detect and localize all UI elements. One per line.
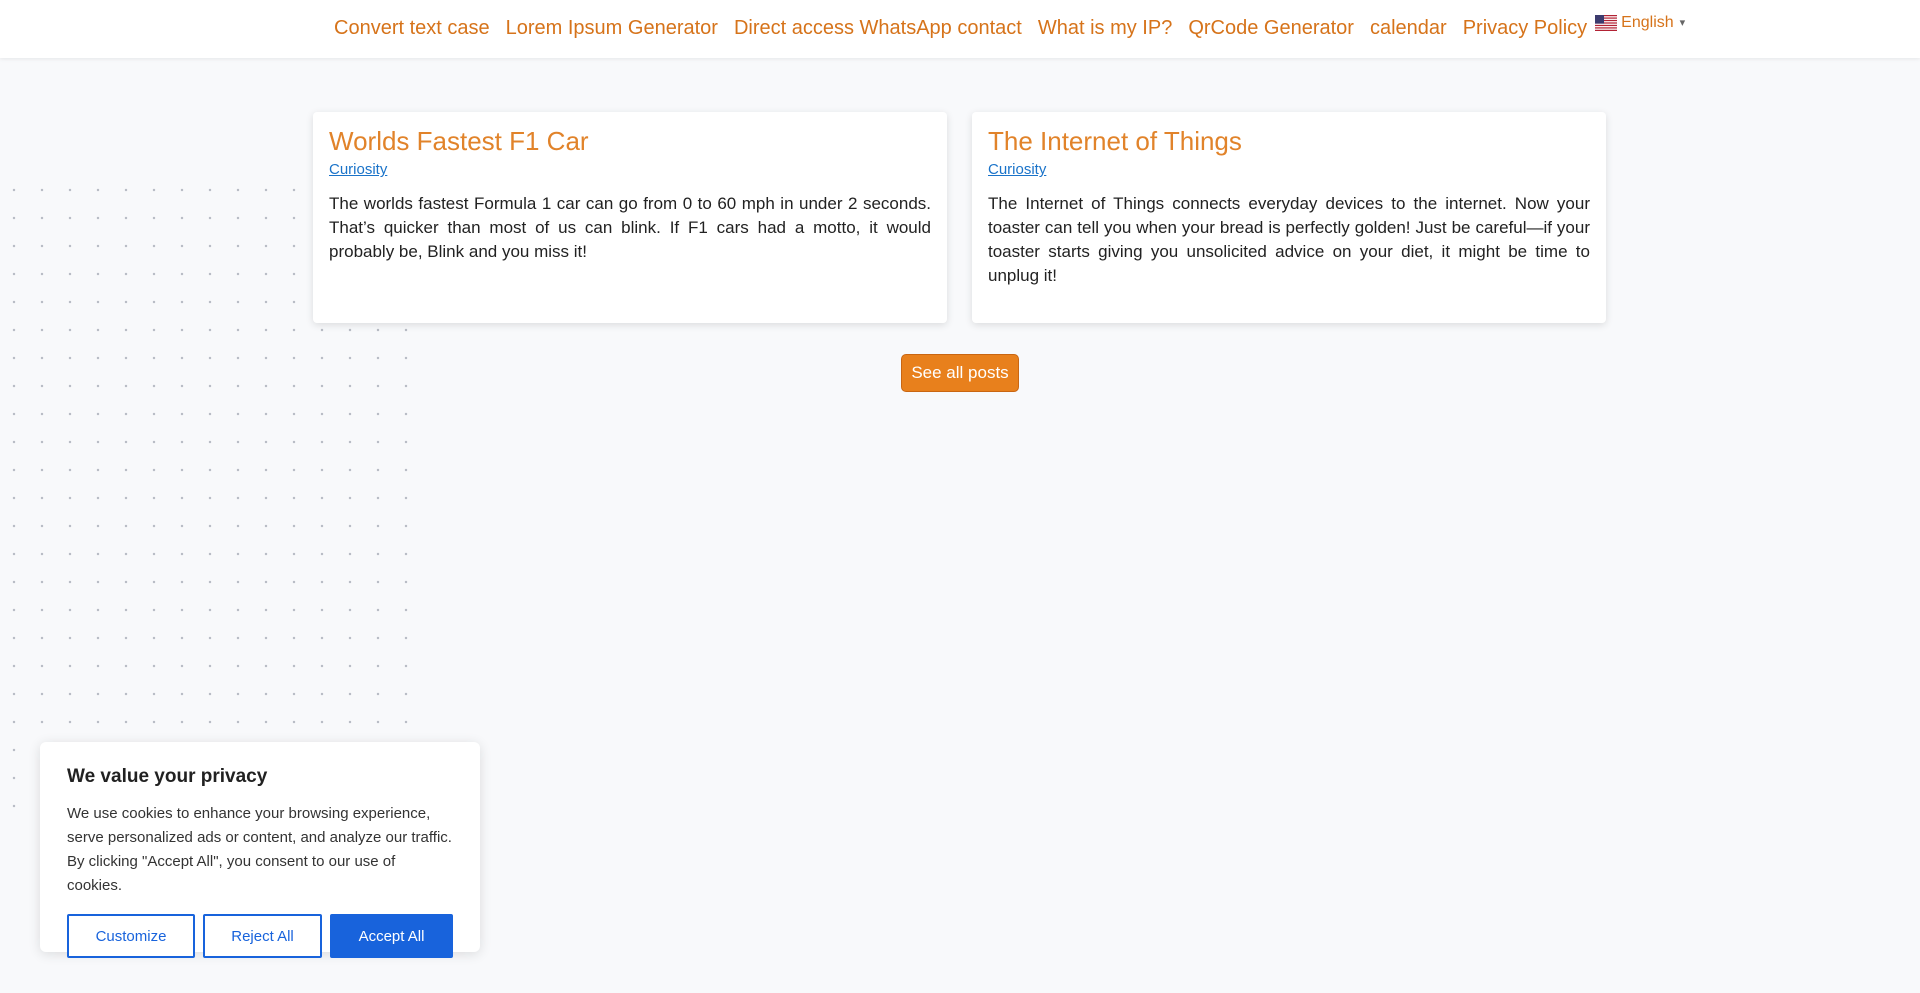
post-excerpt: The Internet of Things connects everyday… bbox=[988, 194, 1590, 286]
nav-link-convert-text-case[interactable]: Convert text case bbox=[334, 17, 490, 40]
cookie-consent-banner: We value your privacy We use cookies to … bbox=[40, 742, 480, 958]
nav-link-lorem-ipsum-generator[interactable]: Lorem Ipsum Generator bbox=[506, 17, 718, 40]
cookie-actions: Customize Reject All Accept All bbox=[67, 914, 453, 958]
post-title[interactable]: The Internet of Things bbox=[988, 126, 1590, 157]
language-label: English bbox=[1621, 13, 1674, 31]
us-flag-icon bbox=[1595, 14, 1618, 31]
reject-all-button[interactable]: Reject All bbox=[203, 914, 322, 958]
customize-button[interactable]: Customize bbox=[67, 914, 195, 958]
post-card: Worlds Fastest F1 Car Curiosity The worl… bbox=[313, 112, 947, 323]
nav-link-whatsapp-contact[interactable]: Direct access WhatsApp contact bbox=[734, 17, 1022, 40]
post-category-link[interactable]: Curiosity bbox=[988, 161, 1046, 178]
see-all-posts-button[interactable]: See all posts bbox=[901, 354, 1019, 392]
top-navigation-bar: Convert text case Lorem Ipsum Generator … bbox=[0, 0, 1920, 58]
nav-link-privacy-policy[interactable]: Privacy Policy bbox=[1463, 17, 1587, 40]
post-card: The Internet of Things Curiosity The Int… bbox=[972, 112, 1606, 323]
post-cards: Worlds Fastest F1 Car Curiosity The worl… bbox=[313, 112, 1606, 323]
chevron-down-icon: ▾ bbox=[1679, 17, 1686, 29]
accept-all-button[interactable]: Accept All bbox=[330, 914, 453, 958]
post-category-link[interactable]: Curiosity bbox=[329, 161, 387, 178]
cookie-description: We use cookies to enhance your browsing … bbox=[67, 805, 452, 894]
nav-link-qrcode-generator[interactable]: QrCode Generator bbox=[1188, 17, 1354, 40]
cookie-title: We value your privacy bbox=[67, 766, 268, 787]
post-excerpt: The worlds fastest Formula 1 car can go … bbox=[329, 194, 931, 262]
main-nav: Convert text case Lorem Ipsum Generator … bbox=[334, 14, 1685, 40]
nav-link-calendar[interactable]: calendar bbox=[1370, 17, 1447, 40]
post-title[interactable]: Worlds Fastest F1 Car bbox=[329, 126, 931, 157]
nav-link-what-is-my-ip[interactable]: What is my IP? bbox=[1038, 17, 1172, 40]
language-selector[interactable]: English ▾ bbox=[1595, 14, 1685, 32]
